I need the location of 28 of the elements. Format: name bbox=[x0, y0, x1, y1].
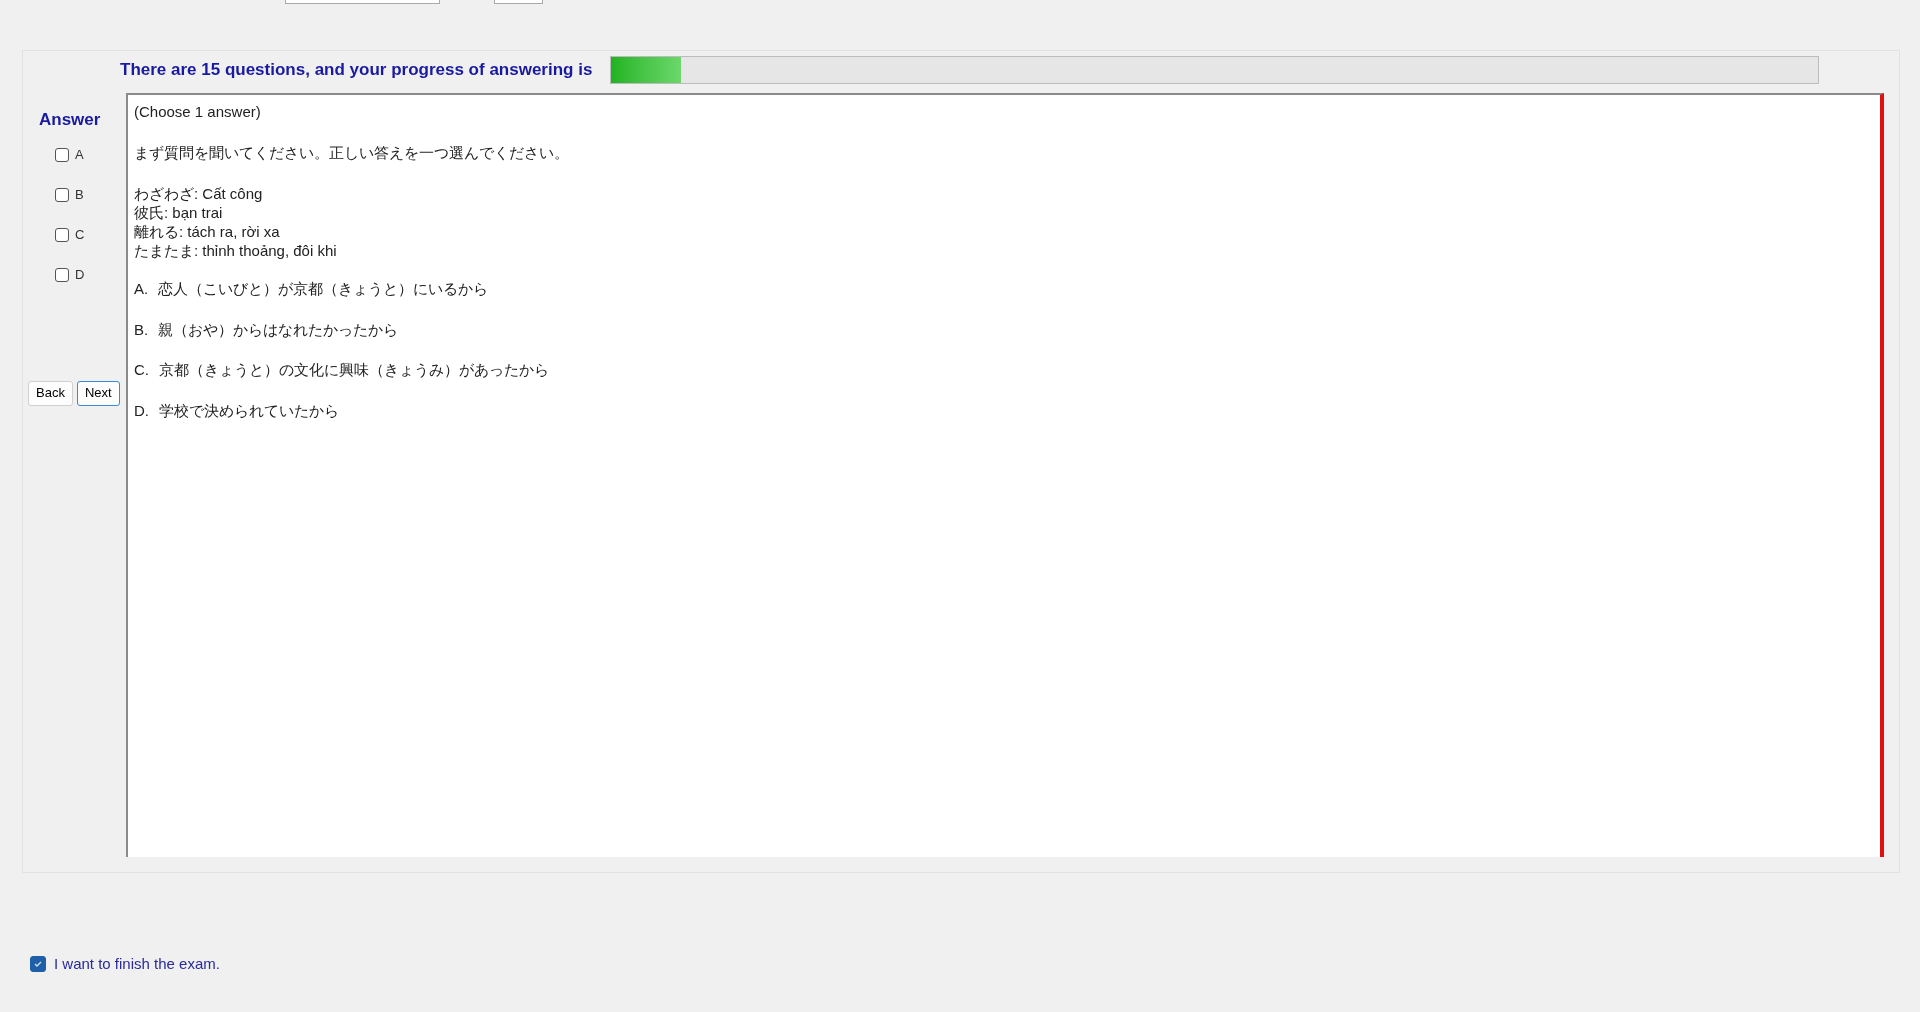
back-button[interactable]: Back bbox=[28, 380, 73, 406]
vocabulary-line: 彼氏: bạn trai bbox=[134, 203, 224, 222]
vocabulary-line: 離れる: tách ra, rời xa bbox=[134, 222, 281, 241]
option-label: D bbox=[75, 265, 85, 284]
answer-heading: Answer bbox=[39, 109, 102, 131]
next-button[interactable]: Next bbox=[76, 380, 120, 406]
checkbox[interactable] bbox=[55, 227, 69, 242]
option-label: A bbox=[75, 145, 84, 164]
checkbox[interactable] bbox=[30, 956, 46, 973]
instruction-text: (Choose 1 answer) bbox=[134, 102, 262, 122]
choice-text: 親（おや）からはなれたかったから bbox=[158, 319, 399, 340]
choice-text: 恋人（こいびと）が京都（きょうと）にいるから bbox=[158, 279, 489, 299]
finish-label: I want to finish the exam. bbox=[54, 954, 220, 974]
option-label: C bbox=[75, 225, 85, 244]
vocabulary-line: たまたま: thỉnh thoảng, đôi khi bbox=[134, 241, 338, 260]
question-text: まず質問を聞いてください。正しい答えを一つ選んでください。 bbox=[134, 142, 570, 163]
choice-letter: D. bbox=[134, 400, 149, 421]
checkbox[interactable] bbox=[55, 147, 69, 162]
choice-letter: C. bbox=[134, 360, 149, 380]
checkbox[interactable] bbox=[55, 187, 69, 202]
choice-letter: A. bbox=[134, 279, 149, 299]
checkbox[interactable] bbox=[55, 267, 69, 282]
choice-text: 京都（きょうと）の文化に興味（きょうみ）があったから bbox=[159, 360, 549, 380]
vocabulary-line: わざわざ: Cất công bbox=[134, 184, 264, 203]
progress-label: There are 15 questions, and your progress of answering is bbox=[120, 59, 593, 82]
choice-letter: B. bbox=[134, 319, 149, 340]
choice-text: 学校で決められていたから bbox=[159, 400, 339, 421]
option-label: B bbox=[75, 185, 84, 204]
